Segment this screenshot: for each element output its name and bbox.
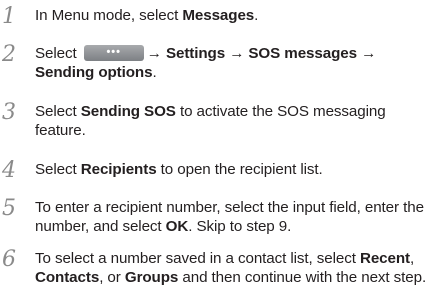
- step-text: Select Recipients to open the recipient …: [35, 161, 323, 178]
- step-text: To enter a recipient number, select the …: [35, 199, 424, 235]
- step-number: 1: [2, 4, 16, 29]
- menu-term: Contacts: [35, 269, 100, 286]
- menu-term: Recent: [359, 250, 411, 267]
- step-number: 4: [2, 158, 16, 183]
- menu-term: Messages: [182, 7, 255, 24]
- step-text: To select a number saved in a contact li…: [35, 250, 427, 286]
- menu-term: Sending SOS: [80, 103, 176, 120]
- step-number: 6: [2, 247, 16, 272]
- step-text: Select Sending SOS to activate the SOS m…: [35, 103, 386, 139]
- menu-term: Groups: [124, 269, 179, 286]
- menu-term: Settings: [165, 45, 226, 62]
- menu-term: Sending options: [35, 64, 153, 81]
- step-number: 5: [2, 196, 16, 221]
- menu-term: Recipients: [80, 161, 157, 178]
- step-text: In Menu mode, select Messages.: [35, 7, 259, 24]
- step-number: 2: [2, 42, 16, 67]
- menu-term: OK: [165, 218, 189, 235]
- more-options-button-icon: •••: [83, 45, 144, 61]
- menu-term: SOS messages: [248, 45, 357, 62]
- step-text: Select ••• → Settings → SOS messages → Se…: [35, 45, 377, 81]
- more-dots-icon: •••: [106, 46, 122, 58]
- step-number: 3: [2, 100, 16, 125]
